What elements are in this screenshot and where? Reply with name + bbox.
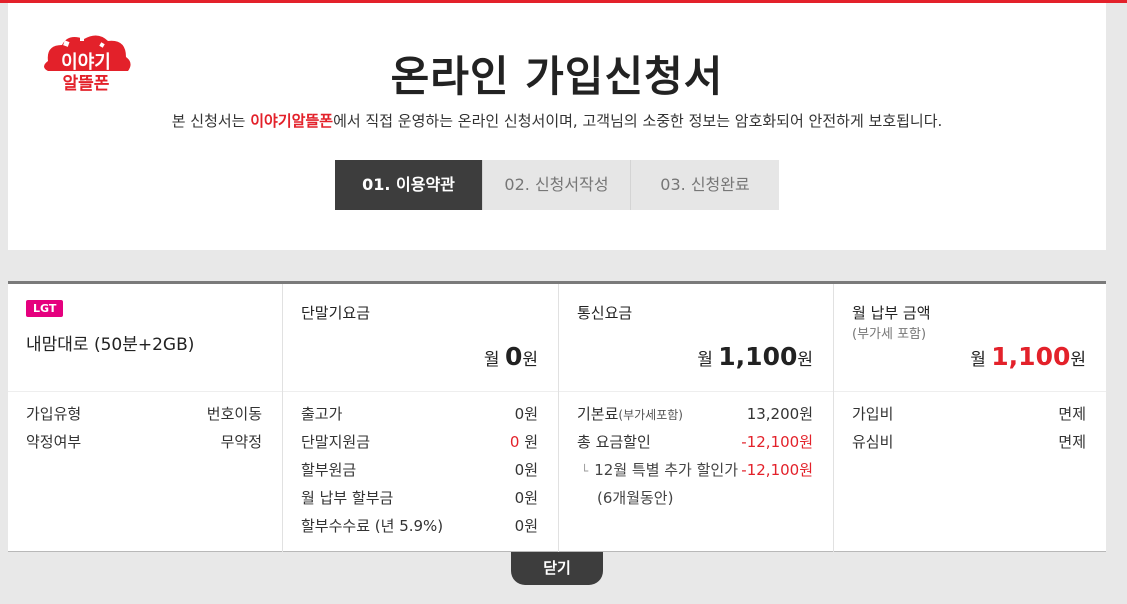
plan-summary-panel: LGT 내맘대로 (50분+2GB) 가입유형 번호이동 약정여부 무약정 단말기요…	[8, 281, 1106, 552]
device-fee-amount: 월 0원	[483, 342, 538, 371]
header-card: 이야기 알뜰폰 온라인 가입신청서 본 신청서는 이야기알뜰폰에서 직접 운영하…	[8, 3, 1106, 250]
list-item: 약정여부 무약정	[26, 433, 262, 451]
close-button[interactable]: 닫기	[511, 552, 603, 585]
plan-column: LGT 내맘대로 (50분+2GB) 가입유형 번호이동 약정여부 무약정	[8, 284, 282, 552]
brand-name: 이야기알뜰폰	[250, 112, 334, 130]
list-item: 단말지원금 0 원	[301, 433, 538, 451]
list-item: 기본료(부가세포함) 13,200원	[577, 405, 813, 423]
monthly-payment-column: 월 납부 금액 (부가세 포함) 월 1,100원 가입비 면제 유심비 면제	[833, 284, 1106, 552]
telecom-fee-column: 통신요금 월 1,100원 기본료(부가세포함) 13,200원 총 요금할인 -1…	[558, 284, 833, 552]
list-item: 출고가 0원	[301, 405, 538, 423]
discount-note: (6개월동안)	[597, 489, 674, 507]
device-fee-title: 단말기요금	[301, 304, 371, 322]
list-item: 총 요금할인 -12,100원	[577, 433, 813, 451]
carrier-badge: LGT	[26, 300, 64, 317]
list-item: └ 12월 특별 추가 할인가 -12,100원	[581, 461, 813, 479]
page-subtitle: 본 신청서는 이야기알뜰폰에서 직접 운영하는 온라인 신청서이며, 고객님의 …	[171, 112, 943, 130]
list-item: 월 납부 할부금 0원	[301, 489, 538, 507]
monthly-payment-amount: 월 1,100원	[970, 342, 1086, 371]
device-fee-column: 단말기요금 월 0원 출고가 0원 단말지원금 0 원 할부원금 0원 월 납부 할부…	[282, 284, 558, 552]
list-item: 가입유형 번호이동	[26, 405, 262, 423]
monthly-payment-subtitle: (부가세 포함)	[852, 327, 927, 342]
list-item: 할부수수료 (년 5.9%) 0원	[301, 517, 538, 535]
step-terms: 01. 이용약관	[335, 160, 483, 210]
plan-name: 내맘대로 (50분+2GB)	[26, 335, 195, 355]
list-item: 할부원금 0원	[301, 461, 538, 479]
monthly-payment-title: 월 납부 금액	[852, 304, 931, 322]
step-form: 02. 신청서작성	[483, 160, 631, 210]
list-item: 유심비 면제	[852, 433, 1086, 451]
page-title: 온라인 가입신청서	[390, 52, 724, 101]
telecom-fee-title: 통신요금	[577, 304, 633, 322]
step-complete: 03. 신청완료	[631, 160, 779, 210]
step-indicator: 01. 이용약관 02. 신청서작성 03. 신청완료	[335, 160, 779, 210]
telecom-fee-amount: 월 1,100원	[697, 342, 813, 371]
list-item: 가입비 면제	[852, 405, 1086, 423]
